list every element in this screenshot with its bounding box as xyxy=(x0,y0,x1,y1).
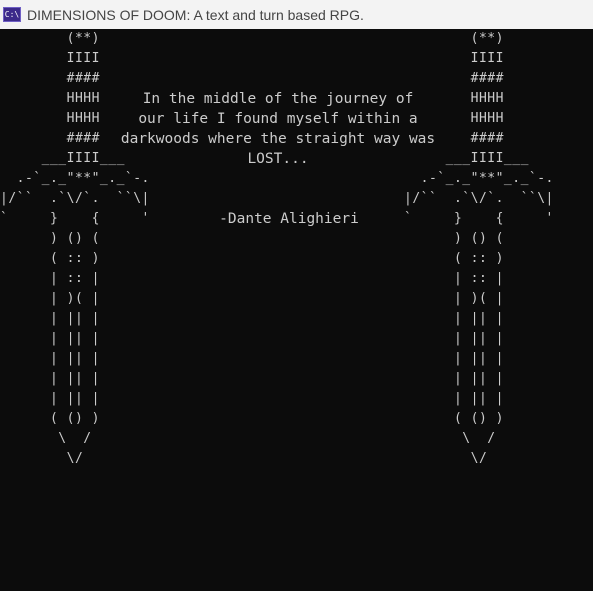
console-output[interactable]: (**) IIII #### HHHH HHHH #### ___IIII___… xyxy=(0,29,593,591)
intro-quote: In the middle of the journey of our life… xyxy=(120,91,436,167)
title-bar[interactable]: C:\ DIMENSIONS OF DOOM: A text and turn … xyxy=(0,0,593,29)
console-app-icon: C:\ xyxy=(3,7,21,22)
console-window: C:\ DIMENSIONS OF DOOM: A text and turn … xyxy=(0,0,593,591)
window-title: DIMENSIONS OF DOOM: A text and turn base… xyxy=(27,6,364,23)
right-sword-ascii-art: (**) IIII #### HHHH HHHH #### ___IIII___… xyxy=(404,31,554,466)
